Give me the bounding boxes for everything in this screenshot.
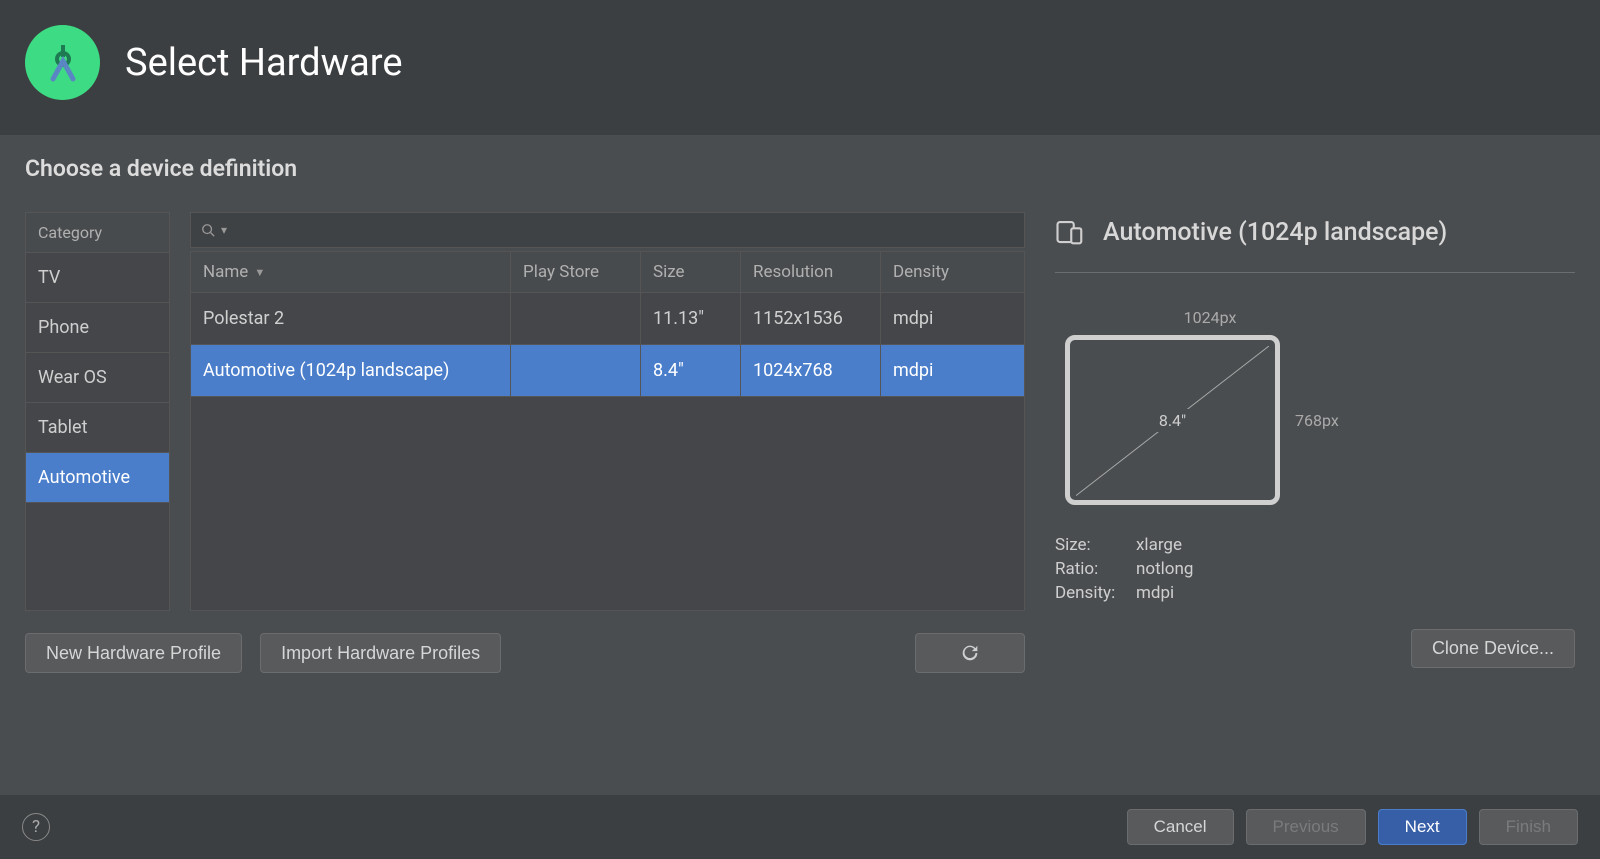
spec-density-label: Density: [1055,583,1130,603]
device-selection-block: Category TV Phone Wear OS Tablet Automot… [25,212,1025,673]
device-table-column: ▾ Name ▼ Play Store Size Resolution [190,212,1025,611]
column-header-name-label: Name [203,262,248,282]
device-preview-pane: Automotive (1024p landscape) 1024px 8.4"… [1055,212,1575,673]
cell-resolution: 1024x768 [741,345,881,396]
category-item-wear-os[interactable]: Wear OS [26,353,169,403]
search-box[interactable]: ▾ [190,212,1025,248]
cell-play-store [511,293,641,344]
help-icon: ? [32,817,40,837]
category-item-tablet[interactable]: Tablet [26,403,169,453]
column-header-resolution[interactable]: Resolution [741,252,881,292]
sort-descending-icon: ▼ [254,266,265,279]
spec-ratio-label: Ratio: [1055,559,1130,579]
preview-body: 1024px 8.4" 768px Size: x [1055,273,1575,607]
cell-size: 11.13" [641,293,741,344]
diagram-width-label: 1024px [1065,308,1355,327]
spec-density-value: mdpi [1136,583,1174,603]
category-list: Category TV Phone Wear OS Tablet Automot… [25,212,170,611]
import-hardware-profiles-button[interactable]: Import Hardware Profiles [260,633,501,673]
search-icon [201,223,215,237]
diagonal-label: 8.4" [1153,409,1192,432]
column-header-play-store[interactable]: Play Store [511,252,641,292]
table-header-row: Name ▼ Play Store Size Resolution Densit… [191,252,1024,293]
new-hardware-profile-button[interactable]: New Hardware Profile [25,633,242,673]
cell-size: 8.4" [641,345,741,396]
spec-ratio-value: notlong [1136,559,1193,579]
clone-row: Clone Device... [1055,629,1575,668]
table-row[interactable]: Polestar 2 11.13" 1152x1536 mdpi [191,293,1024,345]
main-row: Category TV Phone Wear OS Tablet Automot… [25,212,1575,673]
diagram-height-label: 768px [1295,411,1339,430]
footer-buttons: Cancel Previous Next Finish [1127,809,1578,845]
column-header-name[interactable]: Name ▼ [191,252,511,292]
search-dropdown-icon: ▾ [221,223,227,237]
column-header-density[interactable]: Density [881,252,1024,292]
cell-name: Polestar 2 [191,293,511,344]
dialog-footer: ? Cancel Previous Next Finish [0,795,1600,859]
refresh-button[interactable] [915,633,1025,673]
cell-name: Automotive (1024p landscape) [191,345,511,396]
next-button[interactable]: Next [1378,809,1467,845]
column-header-size[interactable]: Size [641,252,741,292]
spec-size-label: Size: [1055,535,1130,555]
subtitle: Choose a device definition [25,155,1575,182]
preview-header: Automotive (1024p landscape) [1055,217,1575,273]
cell-density: mdpi [881,293,1024,344]
table-actions: New Hardware Profile Import Hardware Pro… [25,633,1025,673]
android-studio-icon [39,39,87,87]
search-and-table: Category TV Phone Wear OS Tablet Automot… [25,212,1025,611]
preview-title: Automotive (1024p landscape) [1103,218,1447,247]
device-icon [1055,217,1085,247]
clone-device-button[interactable]: Clone Device... [1411,629,1575,668]
help-button[interactable]: ? [22,813,50,841]
category-header: Category [26,213,169,253]
table-row[interactable]: Automotive (1024p landscape) 8.4" 1024x7… [191,345,1024,397]
dialog-header: Select Hardware [0,0,1600,135]
category-item-tv[interactable]: TV [26,253,169,303]
specs: Size: xlarge Ratio: notlong Density: mdp… [1055,535,1575,603]
page-title: Select Hardware [125,41,403,85]
screen-box: 8.4" [1065,335,1280,505]
android-studio-logo [25,25,100,100]
spec-size-value: xlarge [1136,535,1182,555]
cell-density: mdpi [881,345,1024,396]
category-item-automotive[interactable]: Automotive [26,453,169,503]
device-diagram: 1024px 8.4" 768px [1065,308,1355,505]
device-table: Name ▼ Play Store Size Resolution Densit… [190,251,1025,611]
cancel-button[interactable]: Cancel [1127,809,1234,845]
refresh-icon [959,642,981,664]
content-area: Choose a device definition Category TV P… [0,135,1600,795]
previous-button[interactable]: Previous [1246,809,1366,845]
table-actions-left: New Hardware Profile Import Hardware Pro… [25,633,501,673]
cell-resolution: 1152x1536 [741,293,881,344]
search-input[interactable] [233,222,1014,239]
finish-button[interactable]: Finish [1479,809,1578,845]
cell-play-store [511,345,641,396]
category-item-phone[interactable]: Phone [26,303,169,353]
